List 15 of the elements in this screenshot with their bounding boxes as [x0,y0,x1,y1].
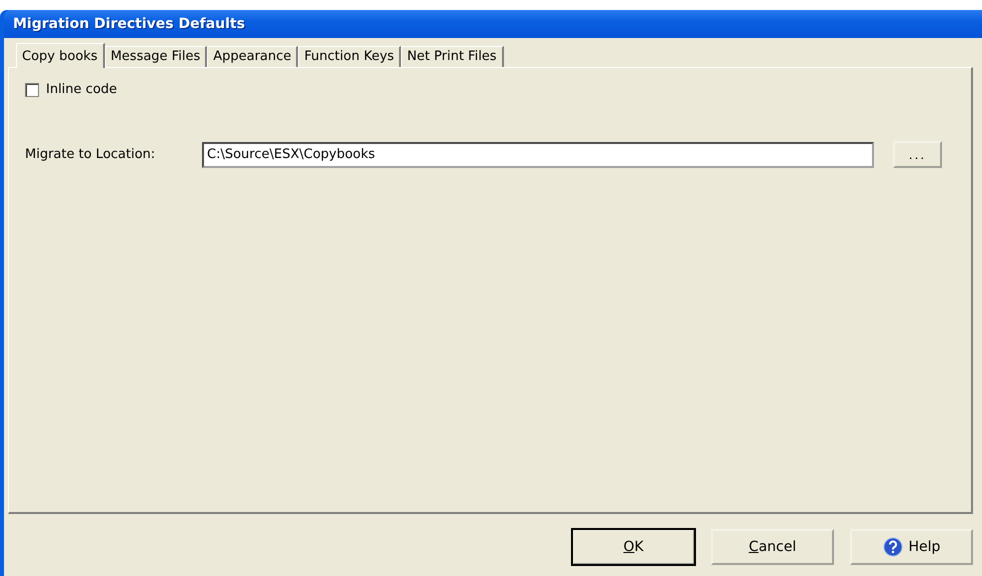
question-icon [882,537,903,557]
location-field[interactable]: C:\Source\ESX\Copybooks [202,142,874,168]
field-label: Migrate to Location: [25,147,156,162]
window-title: Migration Directives Defaults [4,10,982,38]
tab[interactable]: Function Keys [298,46,402,67]
tab[interactable]: Net Print Files [401,46,504,67]
tab[interactable]: Appearance [207,46,298,67]
help-button[interactable]: Help [850,529,973,565]
browse-button[interactable]: ... [893,141,942,168]
cancel-button[interactable]: Cancel [711,529,834,565]
checkbox[interactable] [25,82,39,96]
tab[interactable]: Copy books [16,43,105,68]
tab[interactable]: Message Files [104,46,208,67]
checkbox-label: Inline code [46,82,118,97]
ok-button[interactable]: OK [572,529,695,565]
